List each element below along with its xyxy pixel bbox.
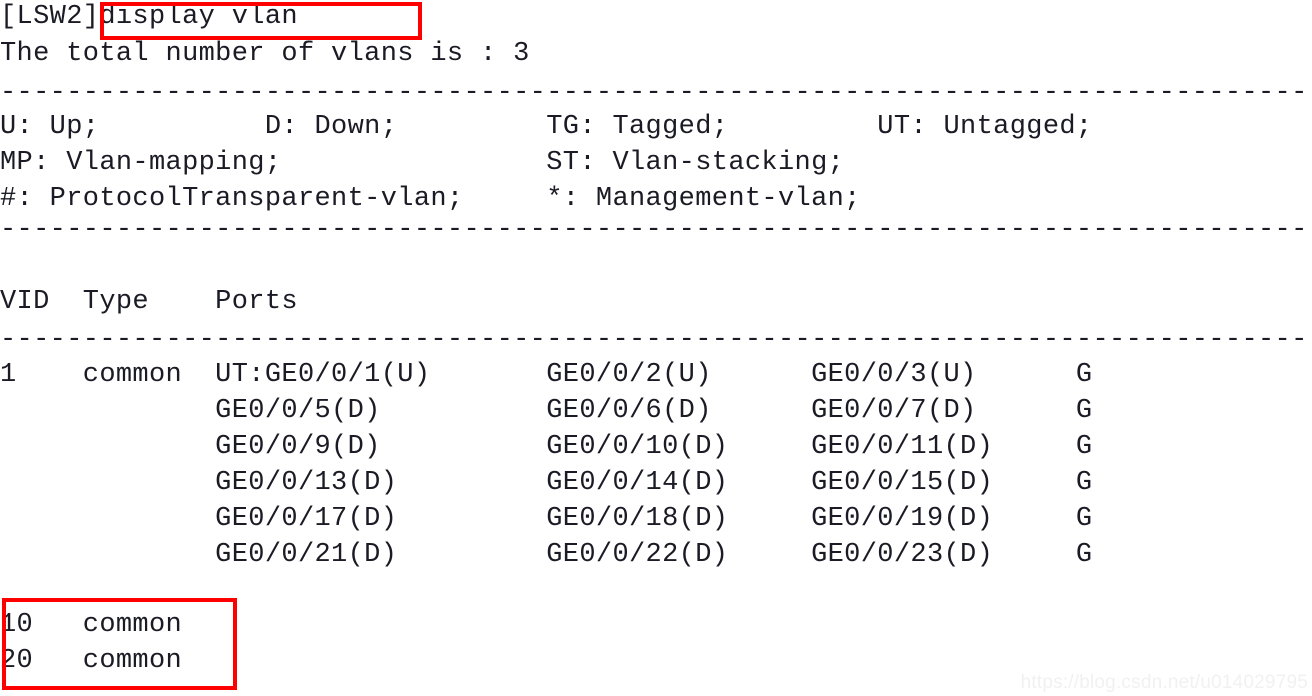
separator-line-top: ----------------------------------------… — [0, 78, 1312, 108]
table-header: VID Type Ports — [0, 287, 298, 317]
table-row: GE0/0/5(D) GE0/0/6(D) GE0/0/7(D) G — [0, 396, 1093, 426]
table-row: 1 common UT:GE0/0/1(U) GE0/0/2(U) GE0/0/… — [0, 360, 1093, 390]
legend-line-mapping-stacking: MP: Vlan-mapping; ST: Vlan-stacking; — [0, 148, 845, 178]
prompt-command-line: [LSW2]display vlan — [0, 2, 298, 32]
vlan-total-line: The total number of vlans is : 3 — [0, 39, 530, 69]
table-row: GE0/0/9(D) GE0/0/10(D) GE0/0/11(D) G — [0, 432, 1093, 462]
table-row-vlan-10: 10 common — [0, 610, 183, 640]
terminal-output: [LSW2]display vlan The total number of v… — [0, 0, 1312, 696]
table-row: GE0/0/21(D) GE0/0/22(D) GE0/0/23(D) G — [0, 540, 1093, 570]
legend-line-up-down: U: Up; D: Down; TG: Tagged; UT: Untagged… — [0, 112, 1093, 142]
separator-line-table: ----------------------------------------… — [0, 325, 1312, 355]
table-row: GE0/0/17(D) GE0/0/18(D) GE0/0/19(D) G — [0, 504, 1093, 534]
table-row-vlan-20: 20 common — [0, 646, 183, 676]
separator-line-middle: ----------------------------------------… — [0, 215, 1312, 245]
legend-line-protocol-management: #: ProtocolTransparent-vlan; *: Manageme… — [0, 184, 861, 214]
watermark-text: https://blog.csdn.net/u014029795 — [1020, 672, 1308, 693]
table-row: GE0/0/13(D) GE0/0/14(D) GE0/0/15(D) G — [0, 468, 1093, 498]
